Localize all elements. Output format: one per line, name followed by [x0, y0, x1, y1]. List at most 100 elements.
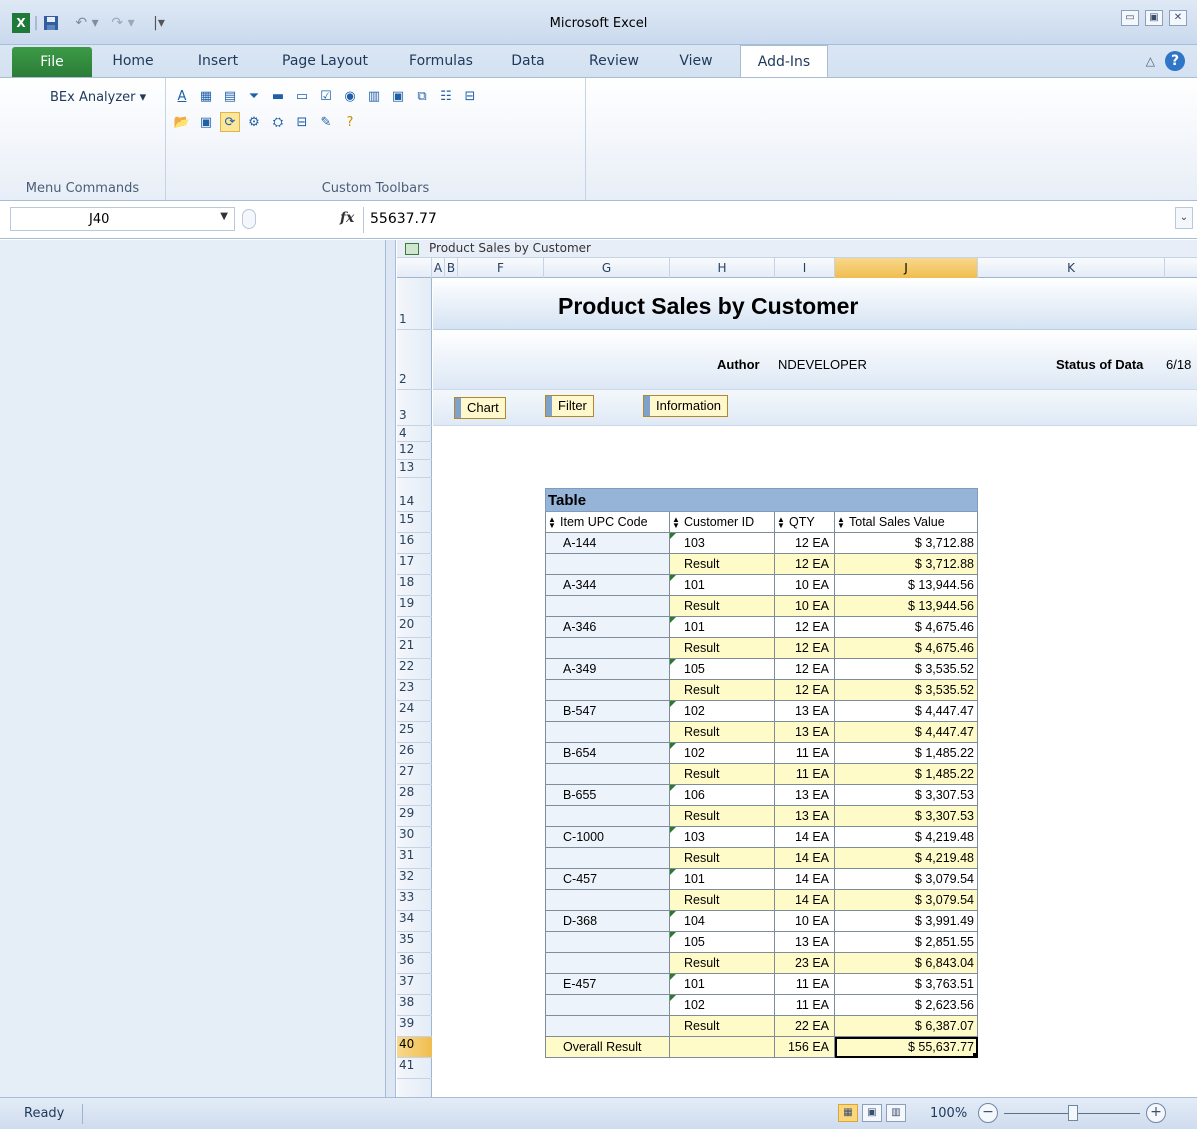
- cell-total-sales[interactable]: $ 13,944.56: [835, 596, 978, 617]
- checkbox-icon[interactable]: ☑: [316, 86, 336, 106]
- cell-item-upc[interactable]: [545, 764, 670, 785]
- sort-icon[interactable]: ▲ ▼: [777, 515, 787, 529]
- restore-icon[interactable]: ▣: [1145, 10, 1163, 26]
- cell-customer-id[interactable]: 103: [670, 827, 775, 848]
- cell-customer-id[interactable]: Result: [670, 638, 775, 659]
- row-header[interactable]: 17: [397, 554, 432, 575]
- cell-qty[interactable]: 13 EA: [775, 932, 835, 953]
- row-header-selected[interactable]: 40: [397, 1037, 432, 1058]
- cell-qty[interactable]: 10 EA: [775, 575, 835, 596]
- cell-qty[interactable]: 13 EA: [775, 722, 835, 743]
- cell-total-sales[interactable]: $ 3,712.88: [835, 533, 978, 554]
- row-header[interactable]: 22: [397, 659, 432, 680]
- cell-item-upc[interactable]: [545, 848, 670, 869]
- column-header[interactable]: K: [978, 258, 1165, 278]
- cell-item-upc[interactable]: [545, 932, 670, 953]
- cell-customer-id[interactable]: Result: [670, 554, 775, 575]
- save-workbook-icon[interactable]: ▣: [196, 112, 216, 132]
- cell-qty[interactable]: 11 EA: [775, 974, 835, 995]
- cell-item-upc[interactable]: [545, 1016, 670, 1037]
- page-layout-view-icon[interactable]: ▣: [862, 1104, 882, 1122]
- row-header[interactable]: 2: [397, 330, 432, 390]
- column-header[interactable]: G: [544, 258, 670, 278]
- row-header[interactable]: 36: [397, 953, 432, 974]
- cell-qty[interactable]: 14 EA: [775, 869, 835, 890]
- cell-total-sales[interactable]: $ 3,307.53: [835, 806, 978, 827]
- row-header[interactable]: 29: [397, 806, 432, 827]
- tab-file[interactable]: File: [12, 47, 92, 77]
- cell-qty[interactable]: 13 EA: [775, 701, 835, 722]
- cell-item-upc[interactable]: C-457: [545, 869, 670, 890]
- row-header[interactable]: 31: [397, 848, 432, 869]
- cell-item-upc[interactable]: [545, 806, 670, 827]
- row-header[interactable]: 16: [397, 533, 432, 554]
- cell-qty[interactable]: 14 EA: [775, 827, 835, 848]
- cell-customer-id[interactable]: 101: [670, 974, 775, 995]
- zoom-out-button[interactable]: −: [978, 1103, 998, 1123]
- row-header[interactable]: 12: [397, 442, 432, 460]
- row-header[interactable]: 39: [397, 1016, 432, 1037]
- cell-customer-id[interactable]: Result: [670, 806, 775, 827]
- cell-qty[interactable]: 14 EA: [775, 890, 835, 911]
- close-icon[interactable]: ✕: [1169, 10, 1187, 26]
- zoom-in-button[interactable]: +: [1146, 1103, 1166, 1123]
- column-header-item-upc[interactable]: ▲ ▼ Item UPC Code: [545, 512, 670, 533]
- cell-total-sales[interactable]: $ 2,851.55: [835, 932, 978, 953]
- cell-item-upc[interactable]: [545, 680, 670, 701]
- row-header[interactable]: 21: [397, 638, 432, 659]
- sort-icon[interactable]: ▲ ▼: [548, 515, 558, 529]
- cell-customer-id[interactable]: Result: [670, 1016, 775, 1037]
- cell-item-upc[interactable]: [545, 638, 670, 659]
- zoom-level[interactable]: 100%: [930, 1106, 967, 1121]
- cell-item-upc[interactable]: E-457: [545, 974, 670, 995]
- cell-qty[interactable]: 11 EA: [775, 743, 835, 764]
- information-button[interactable]: Information: [643, 395, 729, 417]
- design-mode-icon[interactable]: ✎: [316, 112, 336, 132]
- cell-qty[interactable]: 12 EA: [775, 659, 835, 680]
- cell-total-sales[interactable]: $ 2,623.56: [835, 995, 978, 1016]
- chevron-down-icon[interactable]: ▼: [220, 211, 228, 222]
- cell-item-upc[interactable]: [545, 554, 670, 575]
- cell-customer-id[interactable]: 101: [670, 617, 775, 638]
- cell-qty[interactable]: 12 EA: [775, 533, 835, 554]
- cell-qty[interactable]: 11 EA: [775, 995, 835, 1016]
- cell-customer-id[interactable]: Result: [670, 596, 775, 617]
- cell-qty[interactable]: 13 EA: [775, 785, 835, 806]
- cell-item-upc[interactable]: Overall Result: [545, 1037, 670, 1058]
- cell-item-upc[interactable]: [545, 722, 670, 743]
- cell-qty[interactable]: 156 EA: [775, 1037, 835, 1058]
- single-element-icon[interactable]: ⊟: [460, 86, 480, 106]
- column-header[interactable]: H: [670, 258, 775, 278]
- cell-customer-id[interactable]: Result: [670, 953, 775, 974]
- cell-qty[interactable]: 10 EA: [775, 596, 835, 617]
- chart-designer-icon[interactable]: A: [172, 86, 192, 106]
- cell-item-upc[interactable]: A-144: [545, 533, 670, 554]
- row-header[interactable]: 19: [397, 596, 432, 617]
- column-header[interactable]: F: [458, 258, 544, 278]
- tab-data[interactable]: Data: [508, 45, 548, 77]
- list-of-conditions-icon[interactable]: ▣: [388, 86, 408, 106]
- cell-customer-id[interactable]: 105: [670, 659, 775, 680]
- cell-item-upc[interactable]: [545, 890, 670, 911]
- cell-total-sales[interactable]: $ 4,675.46: [835, 617, 978, 638]
- cell-qty[interactable]: 13 EA: [775, 806, 835, 827]
- row-header[interactable]: 4: [397, 426, 432, 442]
- cell-total-sales[interactable]: $ 4,219.48: [835, 848, 978, 869]
- row-header[interactable]: 32: [397, 869, 432, 890]
- cell-item-upc[interactable]: B-655: [545, 785, 670, 806]
- cell-total-sales[interactable]: $ 3,079.54: [835, 869, 978, 890]
- cell-total-sales[interactable]: $ 55,637.77: [835, 1037, 978, 1058]
- name-box[interactable]: J40 ▼: [10, 207, 235, 231]
- cell-customer-id[interactable]: 103: [670, 533, 775, 554]
- cell-customer-id[interactable]: 102: [670, 701, 775, 722]
- column-header-total-sales[interactable]: ▲ ▼ Total Sales Value: [835, 512, 978, 533]
- row-header[interactable]: 24: [397, 701, 432, 722]
- tab-review[interactable]: Review: [584, 45, 644, 77]
- row-header[interactable]: 20: [397, 617, 432, 638]
- column-header-selected[interactable]: J: [835, 258, 978, 278]
- list-box-icon[interactable]: ▥: [364, 86, 384, 106]
- cell-customer-id[interactable]: 102: [670, 743, 775, 764]
- formula-bar-handle[interactable]: [242, 209, 256, 229]
- insert-function-icon[interactable]: fx: [340, 210, 354, 226]
- row-header[interactable]: 38: [397, 995, 432, 1016]
